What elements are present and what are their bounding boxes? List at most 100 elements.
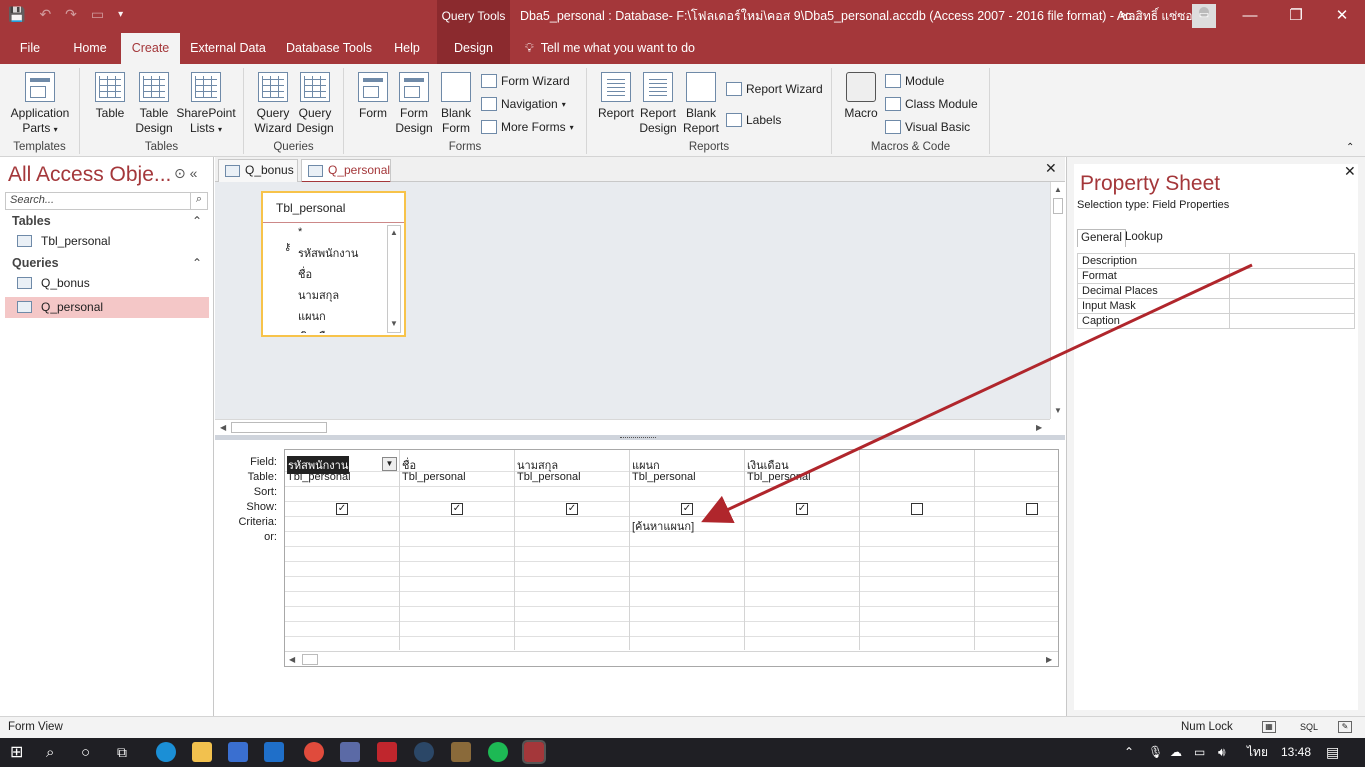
field-list-item[interactable]: ชื่อ [298, 265, 312, 283]
show-checkbox[interactable] [911, 503, 923, 515]
table-cell[interactable]: Tbl_personal [287, 471, 351, 483]
file-explorer-icon[interactable] [192, 742, 212, 762]
field-list-tbl-personal[interactable]: Tbl_personal * ⚷ รหัสพนักงาน ชื่อ นามสกุ… [261, 191, 406, 337]
edge-icon[interactable] [156, 742, 176, 762]
property-value[interactable] [1229, 298, 1355, 314]
show-checkbox[interactable]: ✓ [566, 503, 578, 515]
nav-item-q-bonus[interactable]: Q_bonus [5, 273, 209, 294]
query-wizard-button[interactable]: Query Wizard [252, 72, 294, 136]
show-checkbox[interactable]: ✓ [681, 503, 693, 515]
scroll-right-icon[interactable]: ▶ [1046, 655, 1052, 664]
navigation-button[interactable]: Navigation ▾ [481, 97, 566, 111]
tab-design[interactable]: Design [437, 33, 510, 64]
sql-view-button[interactable]: SQL [1300, 717, 1318, 738]
cortana-icon[interactable]: ○ [81, 738, 90, 767]
field-list-item[interactable]: นามสกุล [298, 286, 339, 304]
close-icon[interactable]: ✕ [1319, 0, 1365, 33]
table-pane-vscroll[interactable]: ▲ ▼ [1050, 182, 1065, 419]
steam-icon[interactable] [414, 742, 434, 762]
scroll-down-icon[interactable]: ▼ [1054, 406, 1062, 415]
field-list-scrollbar[interactable]: ▲ ▼ [387, 225, 401, 333]
chrome-icon[interactable] [304, 742, 324, 762]
property-value[interactable] [1229, 268, 1355, 284]
tab-create[interactable]: Create [121, 33, 180, 64]
form-wizard-button[interactable]: Form Wizard [481, 74, 570, 88]
app-icon[interactable] [451, 742, 471, 762]
collapse-ribbon-icon[interactable]: ⌃ [1346, 142, 1354, 153]
sharepoint-lists-button[interactable]: SharePoint Lists ▾ [174, 72, 238, 137]
shutter-bar-icon[interactable]: « [190, 165, 198, 181]
nav-search-input[interactable]: Search... ⌕ [5, 192, 208, 210]
field-list-item[interactable]: เงินเดือน [298, 327, 340, 333]
tab-help[interactable]: Help [384, 33, 430, 64]
tab-database-tools[interactable]: Database Tools [280, 33, 378, 64]
scroll-thumb[interactable] [302, 654, 318, 665]
scroll-down-icon[interactable]: ▼ [390, 319, 398, 328]
criteria-cell[interactable]: [ค้นหาแผนก] [632, 517, 694, 535]
clock[interactable]: 13:48 [1281, 738, 1311, 767]
windows-start-icon[interactable]: ⊞ [10, 738, 23, 767]
module-button[interactable]: Module [885, 74, 944, 88]
grid-column[interactable] [860, 450, 975, 650]
tab-lookup[interactable]: Lookup [1122, 229, 1166, 247]
visual-basic-button[interactable]: Visual Basic [885, 120, 970, 134]
table-cell[interactable]: Tbl_personal [517, 471, 581, 483]
grid-column[interactable] [975, 450, 1058, 650]
close-icon[interactable]: ✕ [1344, 163, 1356, 180]
tab-home[interactable]: Home [62, 33, 118, 64]
datasheet-view-icon[interactable]: ▦ [1262, 721, 1276, 733]
property-value[interactable] [1229, 253, 1355, 269]
search-icon[interactable]: ⌕ [46, 738, 54, 767]
print-preview-icon[interactable]: ▭ [91, 6, 104, 23]
spotify-icon[interactable] [488, 742, 508, 762]
tell-me-box[interactable]: 💡︎ Tell me what you want to do [525, 33, 695, 64]
restore-icon[interactable]: ❐ [1273, 0, 1319, 33]
field-list-item[interactable]: * [298, 226, 302, 238]
query-design-button[interactable]: Query Design [294, 72, 336, 136]
app-icon[interactable] [377, 742, 397, 762]
microphone-icon[interactable]: 🎙︎ [1148, 738, 1163, 767]
volume-icon[interactable]: 🔊︎ [1218, 738, 1226, 767]
blank-report-button[interactable]: Blank Report [681, 72, 721, 136]
minimize-icon[interactable]: — [1227, 0, 1273, 33]
nav-group-queries[interactable]: Queries ⌃ [12, 256, 202, 270]
application-parts-button[interactable]: Application Parts ▾ [6, 72, 74, 137]
scroll-up-icon[interactable]: ▲ [1054, 185, 1062, 194]
field-list-item[interactable]: รหัสพนักงาน [298, 244, 358, 262]
task-view-icon[interactable]: ⧉ [117, 738, 127, 767]
show-checkbox[interactable] [1026, 503, 1038, 515]
doc-tab-q-bonus[interactable]: Q_bonus [218, 159, 298, 182]
scroll-right-icon[interactable]: ▶ [1036, 423, 1042, 432]
more-forms-button[interactable]: More Forms ▾ [481, 120, 574, 134]
nav-menu-icon[interactable]: ⊙ [174, 165, 186, 181]
redo-icon[interactable]: ↷ [65, 6, 77, 23]
search-icon[interactable]: ⌕ [190, 193, 207, 209]
form-button[interactable]: Form [354, 72, 392, 121]
nav-title[interactable]: All Access Obje... [8, 163, 171, 187]
property-value[interactable] [1229, 313, 1355, 329]
field-list-item[interactable]: แผนก [298, 307, 326, 325]
cloud-icon[interactable]: ☁︎ [1170, 738, 1182, 767]
nav-item-q-personal[interactable]: Q_personal [5, 297, 209, 318]
report-button[interactable]: Report [597, 72, 635, 121]
access-icon[interactable] [522, 740, 546, 764]
nav-group-tables[interactable]: Tables ⌃ [12, 214, 202, 228]
store-icon[interactable] [228, 742, 248, 762]
ribbon-display-icon[interactable]: ▭ [1181, 0, 1227, 33]
show-checkbox[interactable]: ✓ [796, 503, 808, 515]
scroll-thumb[interactable] [231, 422, 327, 433]
report-design-button[interactable]: Report Design [637, 72, 679, 136]
undo-icon[interactable]: ↶ [39, 6, 51, 23]
input-language[interactable]: ไทย [1247, 738, 1268, 767]
scroll-left-icon[interactable]: ◀ [289, 655, 295, 664]
show-checkbox[interactable]: ✓ [336, 503, 348, 515]
notifications-icon[interactable]: ▤ [1326, 738, 1339, 767]
doc-tab-q-personal[interactable]: Q_personal [301, 159, 391, 183]
grid-hscroll[interactable]: ◀ ▶ [285, 651, 1058, 666]
scroll-left-icon[interactable]: ◀ [220, 423, 226, 432]
report-wizard-button[interactable]: Report Wizard [726, 82, 823, 96]
nav-item-tbl-personal[interactable]: Tbl_personal [5, 231, 209, 252]
save-icon[interactable]: 💾 [8, 6, 25, 23]
macro-button[interactable]: Macro [842, 72, 880, 121]
customize-qat-icon[interactable]: ▾ [118, 9, 123, 20]
